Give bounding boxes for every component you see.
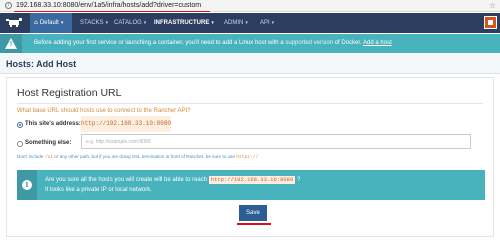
chevron-down-icon: ▾ (105, 20, 109, 26)
banner-text-after: of Docker. (334, 40, 362, 46)
something-else-label[interactable]: Something else: (25, 140, 71, 146)
nav-infrastructure[interactable]: INFRASTRUCTURE ▾ (154, 13, 214, 33)
home-icon: ⌂ (34, 19, 38, 26)
save-highlight-underline (237, 223, 271, 225)
hint-text-2: or any other path, but if you are doing (54, 154, 131, 159)
nav-stacks[interactable]: STACKS ▾ (80, 13, 108, 33)
environment-dropdown[interactable]: ⌂ Default ▾ (30, 13, 72, 33)
warning-text-after: ? (296, 177, 301, 183)
host-registration-panel: Host Registration URL What base URL shou… (6, 77, 494, 237)
warning-triangle-icon (0, 34, 22, 53)
hint-text-3: in front of Rancher, be sure to use (165, 154, 235, 159)
chevron-down-icon: ▾ (245, 20, 248, 26)
info-icon[interactable]: i (5, 2, 12, 9)
something-else-radio[interactable] (17, 141, 23, 147)
nav-stacks-label: STACKS (80, 20, 104, 26)
section-title: Host Registration URL (17, 87, 122, 99)
url-highlight-underline (14, 11, 210, 12)
private-ip-warning: Are you sure all the hosts you will crea… (17, 170, 485, 200)
page-title: Hosts: Add Host (6, 59, 77, 69)
chevron-down-icon: ▾ (211, 20, 214, 26)
user-avatar[interactable] (484, 16, 497, 29)
page-header: Hosts: Add Host (0, 54, 500, 74)
nav-admin[interactable]: ADMIN ▾ (224, 13, 248, 33)
nav-admin-label: ADMIN (224, 20, 244, 26)
nav-catalog-label: CATALOG (114, 20, 142, 26)
add-host-link[interactable]: Add a host (363, 40, 392, 46)
save-button[interactable]: Save (239, 205, 267, 221)
base-url-question: What base URL should hosts use to connec… (17, 108, 191, 114)
site-url-value: http://192.168.33.10:8080 (81, 116, 171, 132)
getting-started-banner: Before adding your first service or laun… (0, 34, 500, 53)
nav-catalog[interactable]: CATALOG ▾ (114, 13, 146, 33)
warning-text-before: Are you sure all the hosts you will crea… (45, 177, 208, 183)
custom-url-input[interactable] (81, 134, 471, 149)
chevron-down-icon: ▾ (143, 20, 147, 26)
hint-text-1: Don't include (17, 154, 44, 159)
site-address-radio[interactable] (17, 122, 23, 128)
hint-code-v1: /v1 (44, 155, 53, 160)
divider (17, 103, 483, 104)
rancher-logo-icon[interactable] (6, 18, 22, 27)
warning-line-1: Are you sure all the hosts you will crea… (45, 176, 300, 184)
supported-version-link[interactable]: supported version (285, 40, 333, 46)
banner-text: Before adding your first service or laun… (34, 34, 392, 53)
info-circle-icon (17, 170, 37, 200)
warning-url: http://192.168.33.10:8080 (208, 176, 296, 184)
banner-text-before: Before adding your first service or laun… (34, 40, 284, 46)
environment-label: Default (39, 20, 59, 26)
top-navbar: ⌂ Default ▾ STACKS ▾ CATALOG ▾ INFRASTRUCTUR… (0, 13, 500, 46)
chevron-down-icon: ▾ (271, 20, 275, 26)
star-icon[interactable]: ☆ (489, 1, 496, 10)
nav-api-label: API (260, 20, 270, 26)
address-url[interactable]: 192.168.33.10:8080/env/1a5/infra/hosts/a… (16, 1, 201, 10)
warning-line-2: It looks like a private IP or local netw… (45, 187, 152, 193)
ssl-termination-link[interactable]: SSL termination (132, 154, 165, 159)
url-hint: Don't include /v1 or any other path, but… (17, 154, 258, 160)
hint-code-https: https:// (236, 155, 259, 160)
chevron-down-icon: ▾ (60, 20, 64, 26)
nav-infrastructure-label: INFRASTRUCTURE (154, 20, 210, 26)
nav-api[interactable]: API ▾ (260, 13, 274, 33)
site-address-label[interactable]: This site's address: (25, 121, 81, 127)
